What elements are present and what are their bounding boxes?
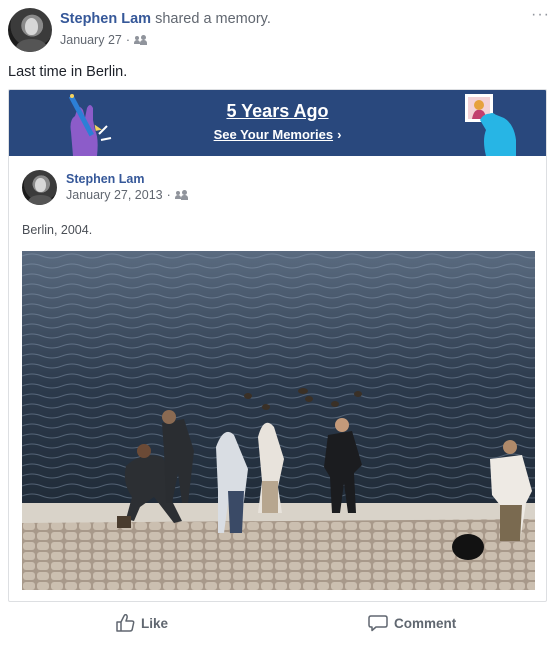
memory-photo[interactable] xyxy=(22,251,535,590)
like-label: Like xyxy=(141,615,169,631)
memory-author-link[interactable]: Stephen Lam xyxy=(66,172,145,186)
memory-card[interactable]: 5 Years Ago See Your Memories › Stephen L… xyxy=(8,89,547,602)
see-memories-label: See Your Memories xyxy=(213,127,334,142)
comment-bubble-icon xyxy=(368,615,388,632)
post-text: Last time in Berlin. xyxy=(8,64,128,80)
memory-author-avatar[interactable] xyxy=(22,170,57,205)
meta-separator: · xyxy=(166,188,171,202)
comment-label: Comment xyxy=(394,615,457,631)
like-button[interactable]: Like xyxy=(115,614,168,632)
memory-meta: January 27, 2013 · xyxy=(66,188,189,202)
memory-caption: Berlin, 2004. xyxy=(22,223,93,237)
meta-separator: · xyxy=(125,33,131,47)
hand-with-photo-icon xyxy=(465,94,516,156)
friends-audience-icon[interactable] xyxy=(134,35,148,45)
shared-memory-post: Stephen Lam shared a memory. January 27 … xyxy=(0,0,560,645)
more-options-icon[interactable]: ··· xyxy=(531,6,550,24)
post-meta: January 27 · xyxy=(60,33,148,47)
share-action-text: shared a memory. xyxy=(155,11,271,27)
author-avatar[interactable] xyxy=(8,8,52,52)
chevron-right-icon: › xyxy=(337,127,342,142)
comment-button[interactable]: Comment xyxy=(368,614,456,632)
hand-with-pencil-icon xyxy=(68,94,112,156)
thumbs-up-icon xyxy=(116,614,135,632)
post-actions-bar: Like Comment xyxy=(0,610,560,642)
friends-audience-icon[interactable] xyxy=(174,190,189,200)
post-date[interactable]: January 27 xyxy=(60,33,122,47)
memory-date[interactable]: January 27, 2013 xyxy=(66,188,163,202)
memory-banner: 5 Years Ago See Your Memories › xyxy=(9,90,546,156)
post-header-line: Stephen Lam shared a memory. xyxy=(60,11,271,27)
author-name-link[interactable]: Stephen Lam xyxy=(60,11,151,27)
